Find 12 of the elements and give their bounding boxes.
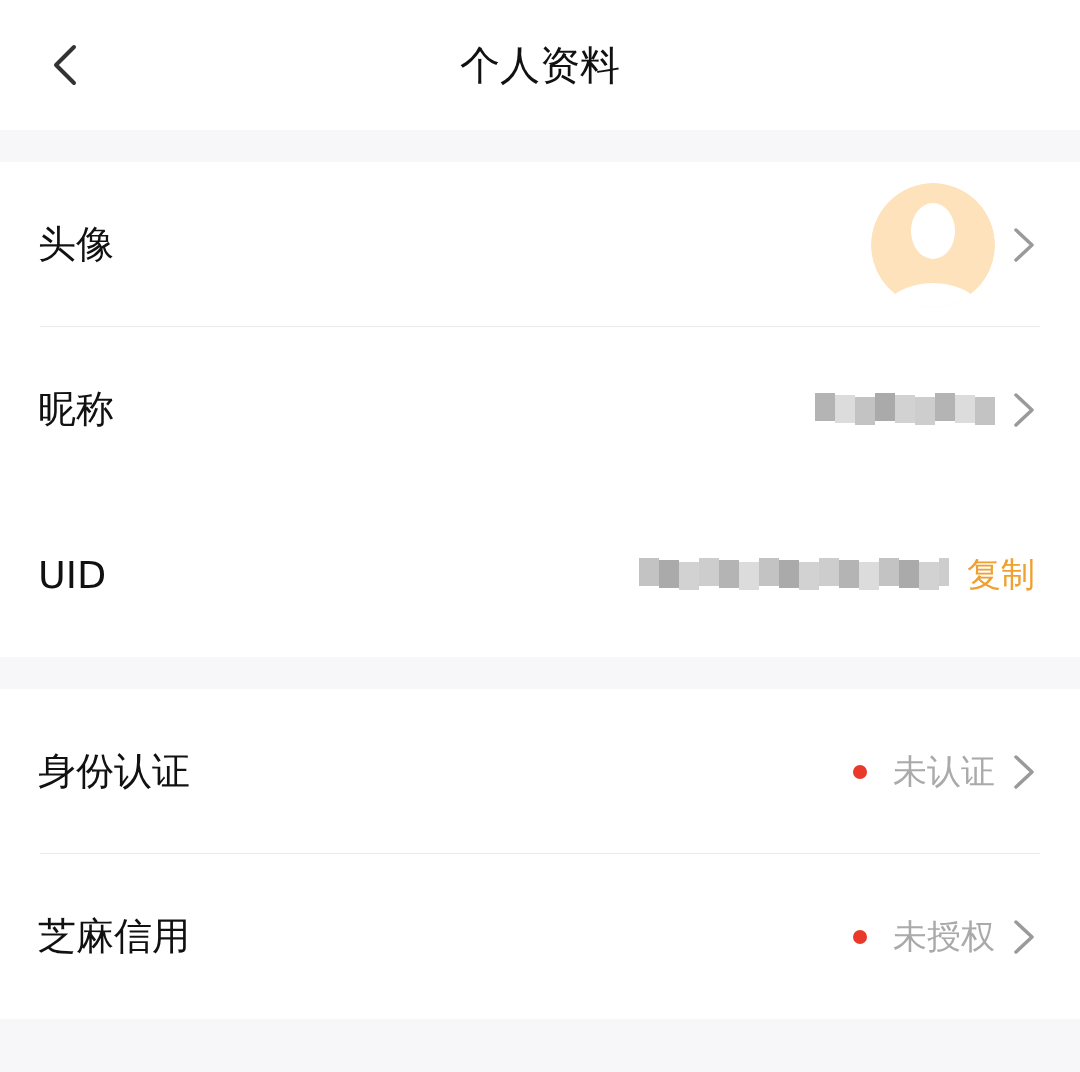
row-label: UID — [38, 552, 107, 597]
back-icon — [52, 44, 78, 86]
status-text: 未授权 — [893, 914, 995, 958]
status-dot — [853, 764, 867, 779]
status-dot — [853, 929, 867, 944]
row-label: 芝麻信用 — [38, 913, 190, 960]
copy-button[interactable]: 复制 — [967, 551, 1035, 598]
row-label: 头像 — [38, 221, 114, 268]
status-text: 未认证 — [893, 749, 995, 793]
page-title: 个人资料 — [460, 40, 620, 90]
row-label: 身份认证 — [38, 748, 190, 795]
row-label: 昵称 — [38, 386, 114, 433]
